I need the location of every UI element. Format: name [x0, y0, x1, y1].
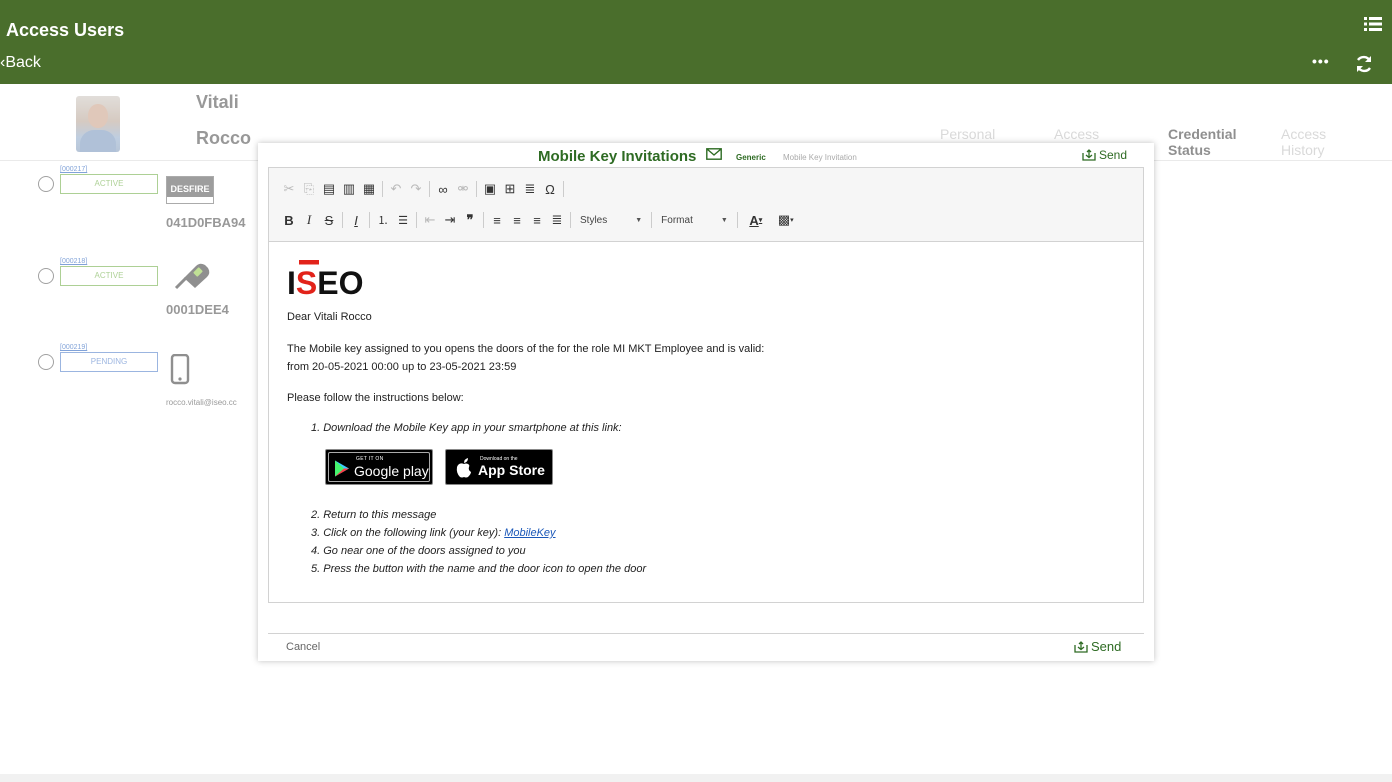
envelope-icon [706, 148, 722, 160]
align-center-icon[interactable]: ≡ [507, 209, 527, 231]
remove-format-icon[interactable]: I [346, 209, 366, 231]
format-dropdown[interactable]: Format ▼ [655, 210, 734, 230]
special-char-icon[interactable]: Ω [540, 178, 560, 200]
back-button[interactable]: ‹Back [0, 54, 41, 72]
dialog-title: Mobile Key Invitations [538, 148, 697, 165]
toolbar-separator [342, 212, 343, 228]
toolbar-separator [429, 181, 430, 197]
dialog-footer-divider [268, 633, 1144, 634]
table-icon[interactable]: ⊞ [500, 178, 520, 200]
svg-text:ISEO: ISEO [287, 265, 363, 298]
paste-icon[interactable]: ▤ [319, 178, 339, 200]
header-bar: Access Users ‹Back ••• [0, 0, 1392, 84]
more-options-icon[interactable]: ••• [1312, 54, 1330, 72]
editor-content[interactable]: ISEO Dear Vitali Rocco The Mobile key as… [287, 246, 1127, 601]
chevron-down-icon: ▼ [720, 216, 728, 224]
outdent-icon[interactable]: ⇤ [420, 209, 440, 231]
cut-icon[interactable]: ✂ [279, 178, 299, 200]
instruction-step-2: 2. Return to this message [311, 509, 437, 521]
paste-word-icon[interactable]: ▦ [359, 178, 379, 200]
toolbar-separator [483, 212, 484, 228]
google-play-name: Google play [354, 463, 429, 479]
text-color-icon[interactable]: A ▾ [741, 209, 771, 231]
unlink-icon[interactable]: ⚮ [453, 178, 473, 200]
image-icon[interactable]: ▣ [480, 178, 500, 200]
page-title: Access Users [6, 20, 125, 40]
align-right-icon[interactable]: ≡ [527, 209, 547, 231]
letter-greeting: Dear Vitali Rocco [287, 311, 372, 323]
app-store-name: App Store [478, 462, 545, 478]
toolbar-row-1: ✂ ⎘ ▤ ▥ ▦ ↶ ↷ ∞ ⚮ ▣ ⊞ ≣ Ω [279, 177, 567, 201]
instruction-step-5: 5. Press the button with the name and th… [311, 563, 647, 575]
list-menu-icon[interactable] [1364, 16, 1382, 32]
toolbar-separator [570, 212, 571, 228]
background-color-icon[interactable]: ▩ ▾ [771, 209, 801, 231]
justify-icon[interactable]: ≣ [547, 209, 567, 231]
send-label: Send [1091, 639, 1122, 654]
toolbar-separator [416, 212, 417, 228]
toolbar-separator [476, 181, 477, 197]
app-store-badge[interactable]: Download on the App Store [445, 449, 553, 485]
apple-logo-icon [456, 458, 471, 478]
instruction-step-1: 1. Download the Mobile Key app in your s… [311, 422, 622, 434]
dialog-header: Mobile Key Invitations Generic Mobile Ke… [258, 143, 1154, 167]
send-icon [1082, 149, 1096, 161]
mobile-key-invitation-dialog: Mobile Key Invitations Generic Mobile Ke… [258, 143, 1154, 661]
toolbar-separator [563, 181, 564, 197]
redo-icon[interactable]: ↷ [406, 178, 426, 200]
send-label: Send [1099, 148, 1128, 162]
template-name: Mobile Key Invitation [783, 153, 857, 162]
google-play-caption: GET IT ON [356, 456, 384, 462]
instruction-step-3: 3. Click on the following link (your key… [311, 525, 556, 541]
format-label: Format [661, 214, 693, 226]
align-left-icon[interactable]: ≡ [487, 209, 507, 231]
numbered-list-icon[interactable]: ⒈ [373, 209, 393, 231]
instruction-step-3-text: 3. Click on the following link (your key… [311, 527, 505, 539]
toolbar-row-2: B I S I ⒈ ☰ ⇤ ⇥ ❞ ≡ ≡ ≡ ≣ Styles ▼ Forma… [279, 208, 801, 232]
mobile-key-link[interactable]: MobileKey [504, 527, 555, 539]
send-button-bottom[interactable]: Send [1074, 639, 1121, 654]
bulleted-list-icon[interactable]: ☰ [393, 209, 413, 231]
styles-label: Styles [580, 214, 608, 226]
rich-text-editor: ✂ ⎘ ▤ ▥ ▦ ↶ ↷ ∞ ⚮ ▣ ⊞ ≣ Ω B I S I ⒈ ☰ ⇤ … [268, 167, 1144, 603]
send-button-top[interactable]: Send [1082, 148, 1127, 162]
copy-icon[interactable]: ⎘ [299, 178, 319, 200]
toolbar-separator [369, 212, 370, 228]
letter-instructions-intro: Please follow the instructions below: [287, 392, 464, 404]
toolbar-separator [736, 212, 738, 228]
back-label: Back [5, 54, 41, 71]
letter-body-line-2: from 20-05-2021 00:00 up to 23-05-2021 2… [287, 361, 517, 373]
toolbar-separator [382, 181, 383, 197]
send-icon [1074, 641, 1088, 653]
blockquote-icon[interactable]: ❞ [460, 209, 480, 231]
undo-icon[interactable]: ↶ [386, 178, 406, 200]
instruction-step-4: 4. Go near one of the doors assigned to … [311, 545, 526, 557]
styles-dropdown[interactable]: Styles ▼ [574, 210, 648, 230]
google-play-badge[interactable]: GET IT ON Google play [325, 449, 433, 485]
letter-body-line-1: The Mobile key assigned to you opens the… [287, 343, 765, 355]
status-bar [0, 774, 1392, 782]
chevron-down-icon: ▼ [635, 216, 643, 224]
google-play-icon [335, 460, 349, 477]
toolbar-separator [651, 212, 653, 228]
link-icon[interactable]: ∞ [433, 178, 453, 200]
indent-icon[interactable]: ⇥ [440, 209, 460, 231]
horizontal-line-icon[interactable]: ≣ [520, 178, 540, 200]
italic-icon[interactable]: I [299, 209, 319, 231]
template-type-label: Generic [736, 153, 766, 162]
refresh-icon[interactable] [1354, 54, 1374, 74]
editor-toolbar: ✂ ⎘ ▤ ▥ ▦ ↶ ↷ ∞ ⚮ ▣ ⊞ ≣ Ω B I S I ⒈ ☰ ⇤ … [269, 168, 1143, 242]
paste-text-icon[interactable]: ▥ [339, 178, 359, 200]
strikethrough-icon[interactable]: S [319, 209, 339, 231]
iseo-logo: ISEO [287, 260, 363, 298]
cancel-button[interactable]: Cancel [286, 641, 320, 653]
bold-icon[interactable]: B [279, 209, 299, 231]
